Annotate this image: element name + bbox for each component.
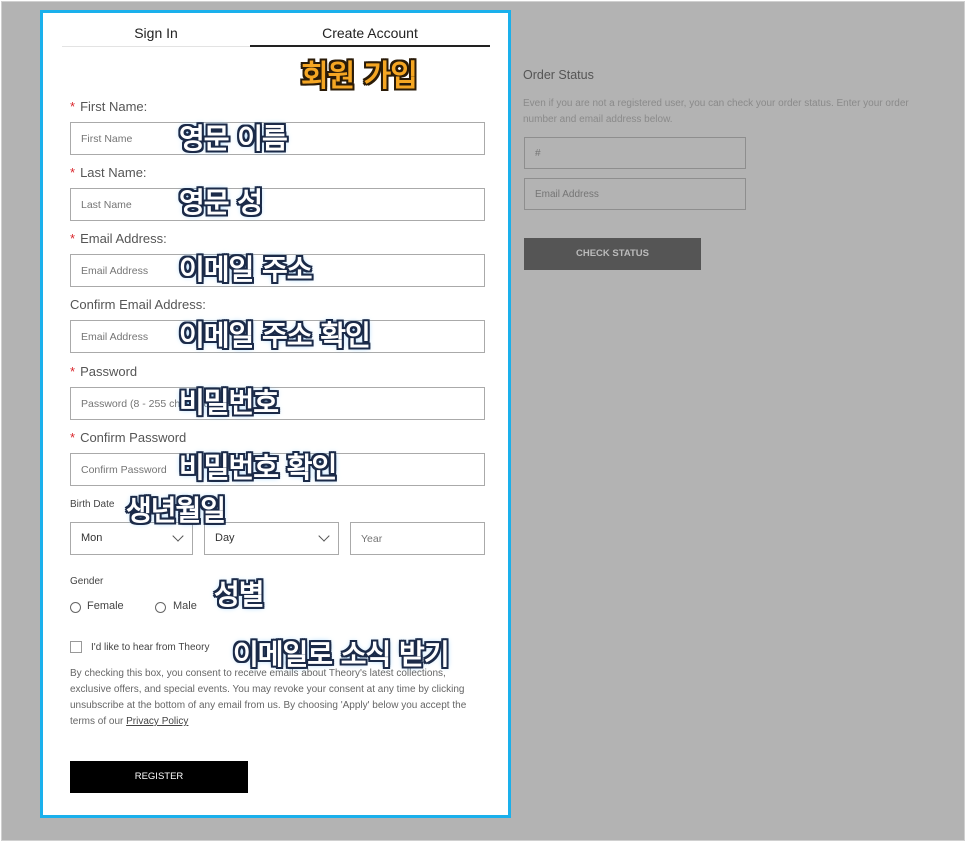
confirm-password-label-text: Confirm Password [80, 430, 187, 445]
tab-sign-in-underline [62, 46, 250, 47]
order-status-title: Order Status [523, 68, 594, 82]
newsletter-checkbox[interactable] [70, 641, 82, 653]
tab-create-account[interactable]: Create Account [250, 25, 490, 47]
password-label-text: Password [80, 364, 138, 379]
email-label-text: Email Address: [80, 231, 167, 246]
birth-month-value: Mon [81, 532, 103, 544]
annotation-gender: 성별 [214, 578, 265, 611]
birth-day-value: Day [215, 532, 235, 544]
privacy-policy-link[interactable]: Privacy Policy [126, 716, 188, 727]
annotation-confirm-email: 이메일 주소 확인 [179, 319, 371, 352]
annotation-email: 이메일 주소 [179, 253, 313, 286]
gender-male-label[interactable]: Male [173, 600, 197, 612]
gender-female-radio[interactable] [70, 602, 81, 613]
confirm-email-label: Confirm Email Address: [70, 297, 206, 312]
last-name-label-text: Last Name: [80, 165, 147, 180]
annotation-create-account: 회원 가입 [301, 59, 418, 94]
account-panel: Sign In Create Account * First Name: * Las… [40, 10, 511, 818]
confirm-password-label: * Confirm Password [70, 430, 186, 445]
annotation-confirm-password: 비밀번호 확인 [179, 451, 337, 484]
check-status-button[interactable]: CHECK STATUS [524, 238, 701, 270]
last-name-label: * Last Name: [70, 165, 147, 180]
required-mark: * [70, 364, 76, 379]
required-mark: * [70, 430, 76, 445]
tab-create-account-underline [250, 45, 490, 47]
chevron-down-icon [318, 530, 330, 542]
order-email-input[interactable] [524, 178, 746, 210]
first-name-label-text: First Name: [80, 99, 148, 114]
required-mark: * [70, 231, 76, 246]
register-button[interactable]: REGISTER [70, 761, 248, 793]
gender-label: Gender [70, 576, 104, 587]
order-number-input[interactable] [524, 137, 746, 169]
annotation-newsletter: 이메일로 소식 받기 [233, 638, 450, 671]
first-name-label: * First Name: [70, 99, 147, 114]
required-mark: * [70, 99, 76, 114]
annotation-password: 비밀번호 [179, 386, 279, 419]
annotation-last-name: 영문 성 [179, 186, 263, 219]
birth-year-input[interactable] [350, 522, 485, 555]
order-status-description: Even if you are not a registered user, y… [523, 98, 909, 125]
annotation-birth-date: 생년월일 [126, 494, 226, 527]
tab-sign-in[interactable]: Sign In [62, 25, 250, 47]
gender-female-label[interactable]: Female [87, 600, 124, 612]
email-label: * Email Address: [70, 231, 167, 246]
password-label: * Password [70, 364, 137, 379]
newsletter-label[interactable]: I'd like to hear from Theory [91, 642, 209, 653]
gender-male-radio[interactable] [155, 602, 166, 613]
chevron-down-icon [172, 530, 184, 542]
last-name-input[interactable] [70, 188, 485, 221]
birth-date-label: Birth Date [70, 499, 115, 510]
annotation-first-name: 영문 이름 [179, 122, 288, 155]
required-mark: * [70, 165, 76, 180]
consent-text: By checking this box, you consent to rec… [70, 666, 485, 730]
